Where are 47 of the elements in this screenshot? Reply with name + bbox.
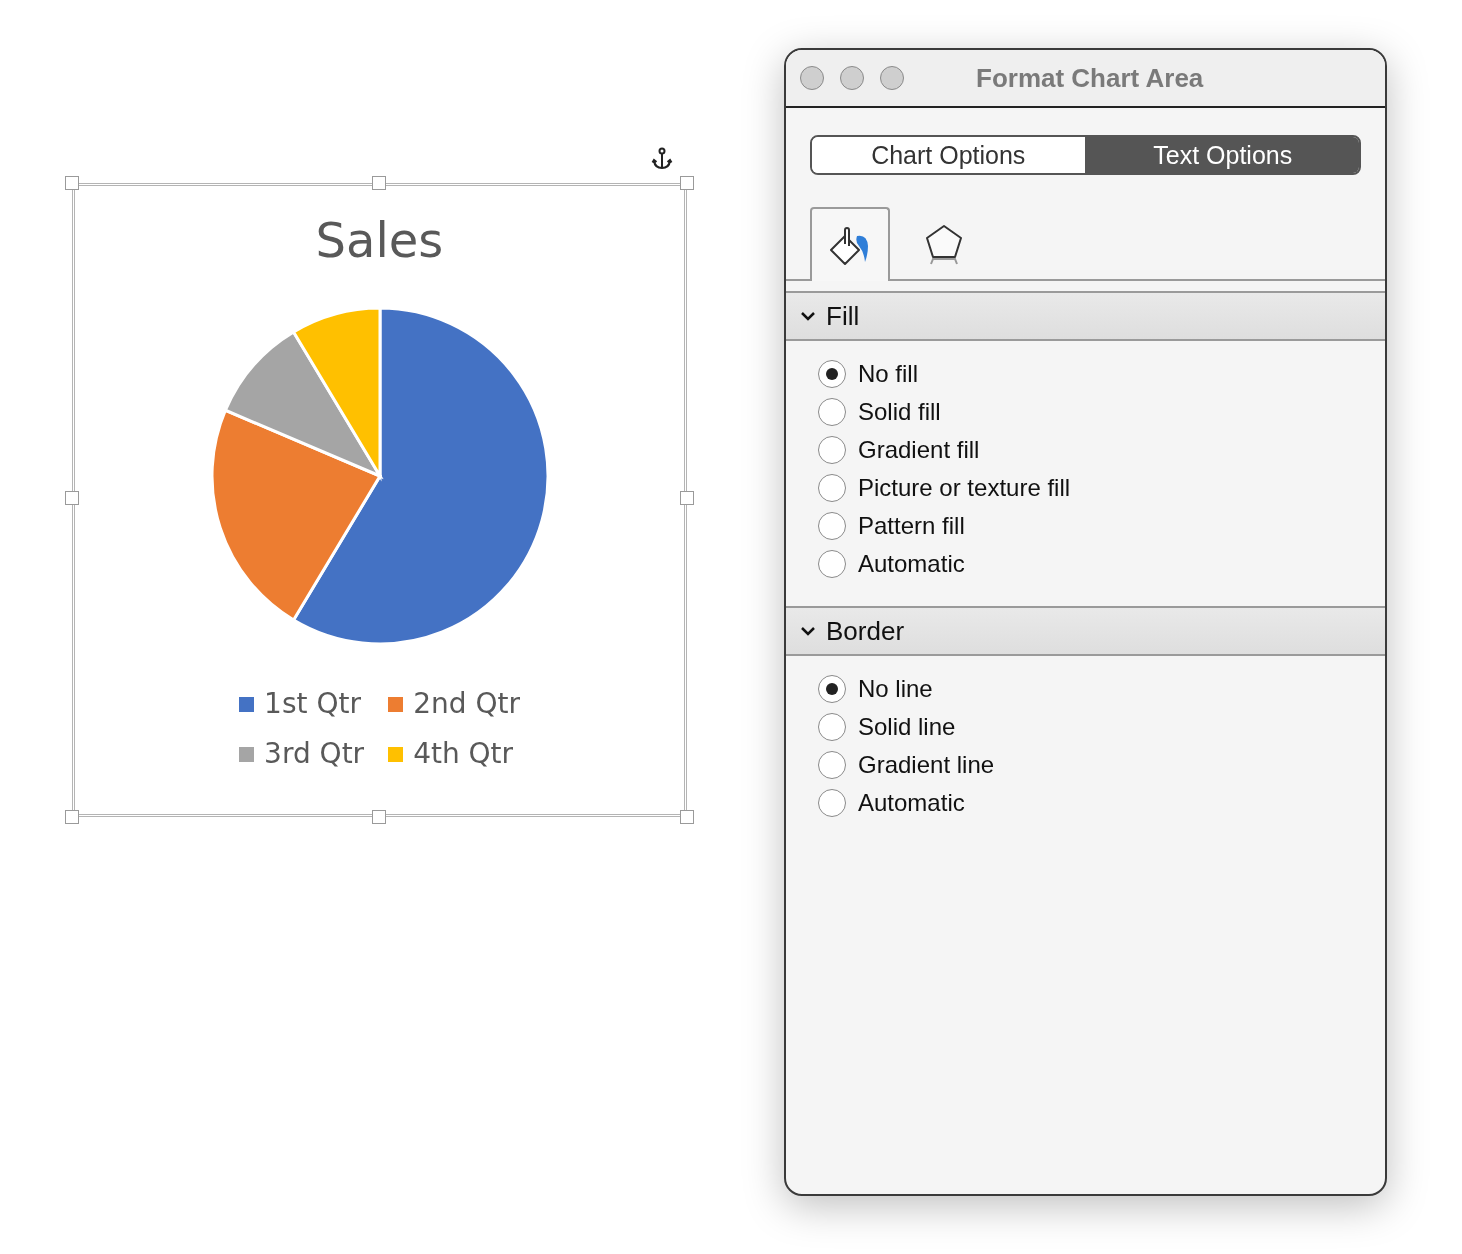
- option-label[interactable]: Solid line: [858, 715, 956, 739]
- option-label[interactable]: No line: [858, 677, 933, 701]
- window-control[interactable]: [880, 66, 904, 90]
- radio-button[interactable]: [818, 474, 846, 502]
- segment-tab[interactable]: Text Options: [1084, 137, 1359, 173]
- option-label[interactable]: Automatic: [858, 791, 965, 815]
- resize-handle[interactable]: [372, 810, 386, 824]
- option-label[interactable]: Pattern fill: [858, 514, 965, 538]
- window-control[interactable]: [840, 66, 864, 90]
- radio-button[interactable]: [818, 512, 846, 540]
- pentagon-icon: [924, 223, 964, 265]
- radio-button[interactable]: [818, 436, 846, 464]
- chart-title: Sales: [315, 216, 444, 264]
- section-header[interactable]: Fill: [786, 291, 1385, 341]
- icon-tab[interactable]: [810, 207, 890, 281]
- radio-button[interactable]: [818, 360, 846, 388]
- legend-label: 1st Qtr: [264, 690, 361, 718]
- option-label[interactable]: Gradient line: [858, 753, 995, 777]
- radio-button[interactable]: [818, 675, 846, 703]
- radio-button[interactable]: [818, 713, 846, 741]
- resize-handle[interactable]: [680, 491, 694, 505]
- chevron-icon: [800, 310, 816, 322]
- resize-handle[interactable]: [680, 176, 694, 190]
- resize-handle[interactable]: [65, 176, 79, 190]
- radio-button[interactable]: [818, 751, 846, 779]
- resize-handle[interactable]: [680, 810, 694, 824]
- legend-label: 2nd Qtr: [413, 690, 520, 718]
- section-header[interactable]: Border: [786, 606, 1385, 656]
- segment-tab[interactable]: Chart Options: [812, 137, 1085, 173]
- anchor-icon: [651, 147, 673, 171]
- radio-button[interactable]: [818, 550, 846, 578]
- resize-handle[interactable]: [65, 491, 79, 505]
- radio-button[interactable]: [818, 398, 846, 426]
- legend-label: 4th Qtr: [413, 740, 514, 768]
- window-control[interactable]: [800, 66, 824, 90]
- option-label[interactable]: Picture or texture fill: [858, 476, 1071, 500]
- radio-button[interactable]: [818, 789, 846, 817]
- resize-handle[interactable]: [372, 176, 386, 190]
- window-title: Format Chart Area: [976, 61, 1204, 95]
- option-label[interactable]: No fill: [858, 362, 918, 386]
- option-label[interactable]: Gradient fill: [858, 438, 980, 462]
- chevron-icon: [800, 625, 816, 637]
- chart-area[interactable]: Sales 1st Qtr 2nd Qtr 3rd Qtr 4th Qtr: [72, 183, 687, 817]
- legend-label: 3rd Qtr: [264, 740, 365, 768]
- resize-handle[interactable]: [65, 810, 79, 824]
- option-label[interactable]: Automatic: [858, 552, 965, 576]
- option-label[interactable]: Solid fill: [858, 400, 941, 424]
